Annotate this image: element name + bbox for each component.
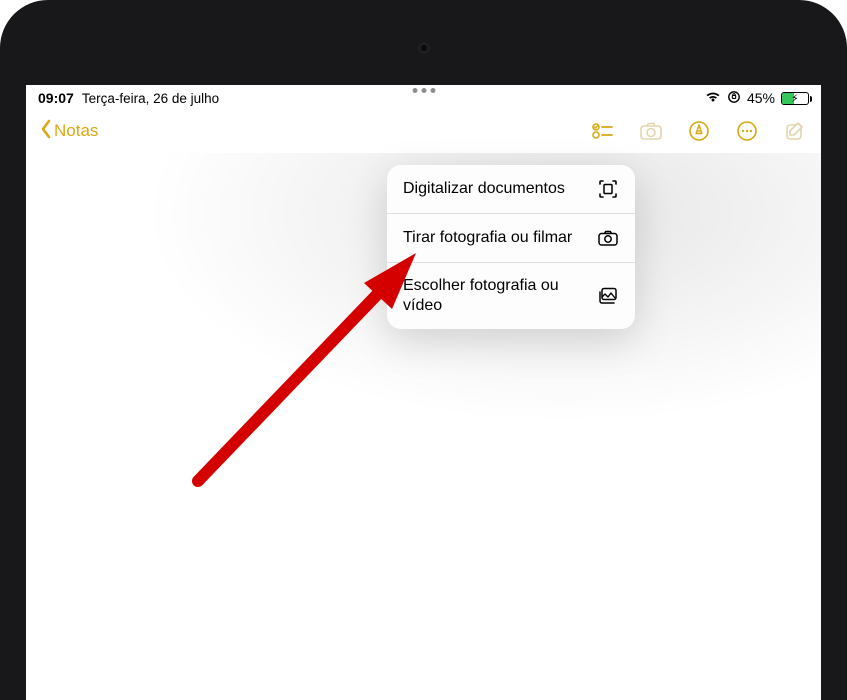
camera-menu-popover: Digitalizar documentos Tirar fotografia … xyxy=(387,165,635,329)
chevron-left-icon xyxy=(40,119,52,144)
menu-scan-documents[interactable]: Digitalizar documentos xyxy=(387,165,635,214)
scan-document-icon xyxy=(597,178,619,200)
wifi-icon xyxy=(705,90,721,106)
battery-icon: ⚡︎ xyxy=(781,92,809,105)
more-icon[interactable] xyxy=(735,119,759,143)
multitask-dots-icon[interactable] xyxy=(412,88,435,93)
menu-choose-photo-video[interactable]: Escolher fotografia ou vídeo xyxy=(387,263,635,329)
photo-library-icon xyxy=(597,285,619,307)
battery-percent: 45% xyxy=(747,90,775,106)
status-time: 09:07 xyxy=(38,90,74,106)
menu-item-label: Tirar fotografia ou filmar xyxy=(403,228,585,248)
back-button[interactable]: Notas xyxy=(40,119,98,144)
camera-icon[interactable] xyxy=(639,119,663,143)
status-date: Terça-feira, 26 de julho xyxy=(82,91,219,106)
markup-icon[interactable] xyxy=(687,119,711,143)
front-camera xyxy=(418,42,430,54)
menu-item-label: Digitalizar documentos xyxy=(403,179,585,199)
checklist-icon[interactable] xyxy=(591,119,615,143)
toolbar: Notas xyxy=(26,109,821,153)
tablet-bezel: 09:07 Terça-feira, 26 de julho 45% xyxy=(0,0,847,700)
menu-item-label: Escolher fotografia ou vídeo xyxy=(403,276,585,316)
status-bar: 09:07 Terça-feira, 26 de julho 45% xyxy=(26,85,821,109)
menu-take-photo-video[interactable]: Tirar fotografia ou filmar xyxy=(387,214,635,263)
rotation-lock-icon xyxy=(727,90,741,107)
camera-small-icon xyxy=(597,227,619,249)
compose-icon[interactable] xyxy=(783,119,807,143)
screen: 09:07 Terça-feira, 26 de julho 45% xyxy=(26,85,821,700)
back-label: Notas xyxy=(54,121,98,141)
